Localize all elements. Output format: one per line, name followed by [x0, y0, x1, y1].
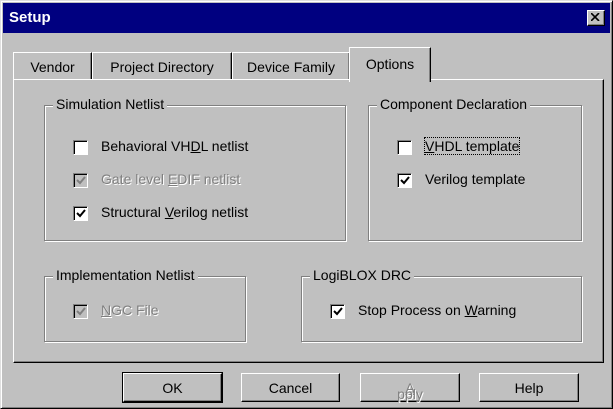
- checkbox-label: VHDL template: [423, 137, 521, 155]
- apply-button[interactable]: Apply: [360, 373, 460, 402]
- checkbox-label: Structural Verilog netlist: [101, 204, 249, 220]
- group-title: Component Declaration: [377, 96, 531, 112]
- tab-options[interactable]: Options: [349, 47, 431, 82]
- tab-label: Vendor: [30, 59, 75, 75]
- ok-button[interactable]: OK: [122, 372, 223, 403]
- checkbox-box[interactable]: [397, 173, 412, 188]
- logiblox-drc-group: LogiBLOX DRC Stop Process on Warning: [301, 267, 582, 342]
- tab-label: Device Family: [247, 59, 335, 75]
- checkbox-label: Behavioral VHDL netlist: [101, 138, 249, 154]
- checkbox-box[interactable]: [73, 173, 88, 188]
- button-label: Cancel: [268, 380, 313, 396]
- help-button[interactable]: Help: [479, 373, 579, 402]
- cancel-button[interactable]: Cancel: [241, 373, 340, 402]
- checkmark-icon: [76, 307, 86, 316]
- checkbox-box[interactable]: [397, 140, 412, 155]
- group-title: Simulation Netlist: [53, 96, 168, 112]
- checkbox-label: Gate level EDIF netlist: [101, 171, 241, 187]
- tab-vendor[interactable]: Vendor: [13, 52, 92, 79]
- tab-project-directory[interactable]: Project Directory: [92, 52, 232, 79]
- checkbox-label: Verilog template: [425, 171, 526, 187]
- checkmark-icon: [76, 176, 86, 185]
- checkbox-box[interactable]: [73, 140, 88, 155]
- checkmark-icon: [333, 307, 343, 316]
- title-bar[interactable]: Setup: [3, 3, 610, 33]
- group-title: LogiBLOX DRC: [310, 267, 415, 283]
- checkbox-label: Stop Process on Warning: [358, 302, 517, 318]
- checkmark-icon: [400, 176, 410, 185]
- button-label: Help: [514, 380, 544, 396]
- simulation-netlist-group: Simulation Netlist Behavioral VHDL netli…: [44, 96, 346, 241]
- checkbox-box[interactable]: [73, 206, 88, 221]
- tab-label: Options: [365, 56, 415, 72]
- checkbox-box[interactable]: [73, 304, 88, 319]
- tab-device-family[interactable]: Device Family: [232, 52, 350, 79]
- tab-label: Project Directory: [110, 59, 214, 75]
- button-label: OK: [162, 380, 183, 396]
- group-title: Implementation Netlist: [53, 267, 198, 283]
- options-panel: Simulation Netlist Behavioral VHDL netli…: [13, 79, 604, 363]
- component-declaration-group: Component Declaration VHDL template Veri…: [368, 96, 582, 241]
- button-label: Apply: [397, 380, 423, 402]
- window-title: Setup: [9, 9, 51, 26]
- close-icon: [591, 13, 600, 21]
- implementation-netlist-group: Implementation Netlist NGC File: [44, 267, 246, 342]
- checkbox-label: NGC File: [101, 302, 159, 318]
- checkmark-icon: [76, 209, 86, 218]
- setup-dialog: Setup Vendor Project Directory Device Fa…: [0, 0, 613, 409]
- close-button[interactable]: [587, 10, 605, 26]
- checkbox-box[interactable]: [330, 304, 345, 319]
